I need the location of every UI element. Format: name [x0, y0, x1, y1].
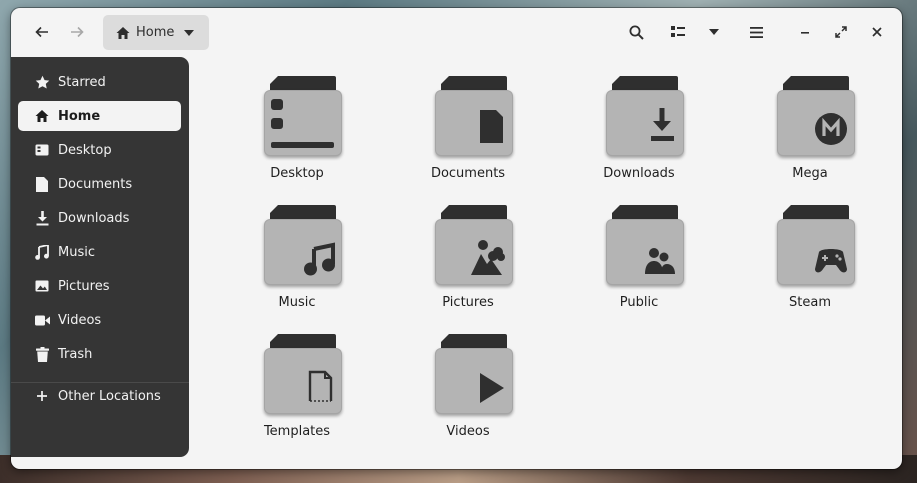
picture-icon	[34, 278, 50, 294]
sidebar-item-label: Downloads	[58, 210, 130, 226]
search-button[interactable]	[621, 17, 651, 47]
file-name: Downloads	[603, 166, 675, 181]
sidebar-item-pictures[interactable]: Pictures	[18, 271, 181, 301]
folder-pictures[interactable]: Pictures	[408, 185, 528, 310]
downloads-folder-icon	[606, 76, 686, 158]
sidebar-item-label: Other Locations	[58, 388, 161, 404]
desktop-folder-icon	[264, 76, 344, 158]
chevron-down-icon	[184, 29, 195, 36]
folder-public[interactable]: Public	[579, 185, 699, 310]
main-menu-button[interactable]	[741, 17, 771, 47]
sidebar-item-label: Desktop	[58, 142, 112, 158]
sidebar-item-label: Trash	[58, 346, 93, 362]
download-icon	[34, 210, 50, 226]
home-icon	[116, 26, 130, 39]
sidebar-item-label: Starred	[58, 74, 106, 90]
view-toggle-button[interactable]	[663, 17, 693, 47]
folder-mega[interactable]: Mega	[750, 56, 870, 181]
steam-folder-icon	[777, 205, 857, 287]
maximize-icon	[835, 26, 847, 38]
sidebar-item-trash[interactable]: Trash	[18, 339, 181, 369]
mega-folder-icon	[777, 76, 857, 158]
home-icon	[34, 108, 50, 124]
file-name: Videos	[446, 424, 490, 439]
minimize-icon	[801, 32, 809, 34]
sidebar-item-home[interactable]: Home	[18, 101, 181, 131]
plus-icon	[34, 388, 50, 404]
folder-videos[interactable]: Videos	[408, 314, 528, 439]
arrow-left-icon	[35, 26, 48, 38]
file-name: Desktop	[270, 166, 324, 181]
sidebar-item-downloads[interactable]: Downloads	[18, 203, 181, 233]
trash-icon	[34, 346, 50, 362]
file-grid: Desktop Documents Downloads Mega Music P…	[189, 56, 902, 469]
file-name: Mega	[792, 166, 828, 181]
folder-music[interactable]: Music	[237, 185, 357, 310]
path-bar-home[interactable]: Home	[103, 15, 209, 50]
sidebar-item-label: Documents	[58, 176, 133, 192]
file-name: Documents	[430, 166, 506, 181]
sidebar-item-other-locations[interactable]: Other Locations	[18, 381, 181, 411]
path-label: Home	[136, 25, 175, 40]
sidebar-item-label: Videos	[58, 312, 102, 328]
sidebar-item-starred[interactable]: Starred	[18, 67, 181, 97]
sidebar-item-documents[interactable]: Documents	[18, 169, 181, 199]
file-name: Music	[278, 295, 316, 310]
folder-desktop[interactable]: Desktop	[237, 56, 357, 181]
star-icon	[34, 74, 50, 90]
hamburger-icon	[749, 26, 763, 38]
pictures-folder-icon	[435, 205, 515, 287]
desktop-icon	[34, 142, 50, 158]
sidebar-item-label: Pictures	[58, 278, 110, 294]
sidebar-item-label: Music	[58, 244, 95, 260]
chevron-down-icon	[709, 29, 719, 35]
videos-folder-icon	[435, 334, 515, 416]
maximize-button[interactable]	[826, 17, 856, 47]
document-icon	[34, 176, 50, 192]
close-icon	[872, 27, 882, 37]
header-bar: Home	[11, 8, 902, 56]
view-options-button[interactable]	[699, 17, 729, 47]
documents-folder-icon	[435, 76, 515, 158]
sidebar-item-desktop[interactable]: Desktop	[18, 135, 181, 165]
video-icon	[34, 312, 50, 328]
folder-downloads[interactable]: Downloads	[579, 56, 699, 181]
file-name: Pictures	[442, 295, 494, 310]
sidebar-item-label: Home	[58, 108, 101, 124]
minimize-button[interactable]	[790, 17, 820, 47]
music-icon	[34, 244, 50, 260]
file-manager-window: Home Starred Home Desktop Documents Down…	[11, 8, 902, 469]
templates-folder-icon	[264, 334, 344, 416]
forward-button[interactable]	[62, 17, 92, 47]
list-view-icon	[671, 26, 685, 37]
back-button[interactable]	[27, 17, 57, 47]
folder-documents[interactable]: Documents	[408, 56, 528, 181]
public-folder-icon	[606, 205, 686, 287]
music-folder-icon	[264, 205, 344, 287]
sidebar: Starred Home Desktop Documents Downloads…	[11, 57, 189, 457]
folder-steam[interactable]: Steam	[750, 185, 870, 310]
search-icon	[629, 25, 644, 40]
arrow-right-icon	[71, 26, 84, 38]
file-name: Templates	[263, 424, 331, 439]
sidebar-item-music[interactable]: Music	[18, 237, 181, 267]
file-name: Public	[619, 295, 659, 310]
sidebar-item-videos[interactable]: Videos	[18, 305, 181, 335]
folder-templates[interactable]: Templates	[237, 314, 357, 439]
close-button[interactable]	[862, 17, 892, 47]
file-name: Steam	[789, 295, 831, 310]
